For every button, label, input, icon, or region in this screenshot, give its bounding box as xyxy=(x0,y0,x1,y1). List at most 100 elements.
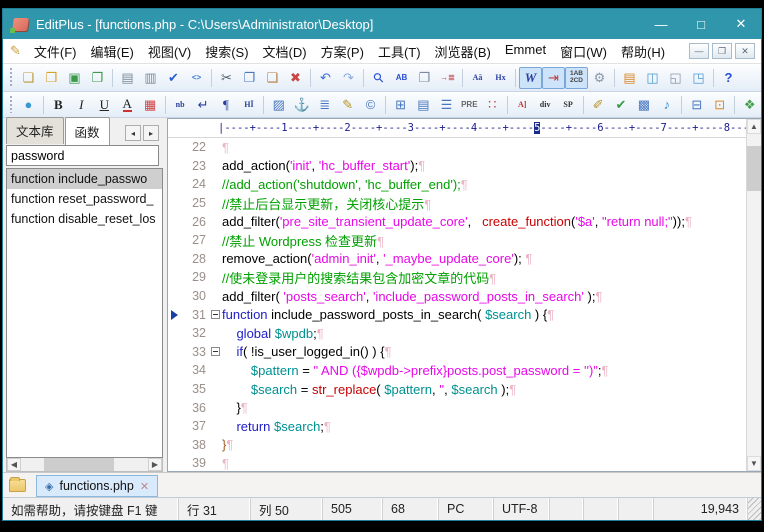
delete-button[interactable]: ✖ xyxy=(284,67,307,89)
tb2-drag-handle[interactable] xyxy=(8,96,14,114)
tb1-drag-handle[interactable] xyxy=(8,68,14,87)
function-list-item[interactable]: function reset_password_ xyxy=(7,189,162,209)
editor-vertical-scrollbar[interactable]: ▲ ▼ xyxy=(746,119,761,471)
save-all-button[interactable]: ❐ xyxy=(86,67,109,89)
heading-button[interactable]: HĪ xyxy=(237,94,260,116)
code-line[interactable]: 39¶ xyxy=(168,454,746,471)
menu-item-browser[interactable]: 浏览器(B) xyxy=(428,39,498,64)
cliptext-window-button[interactable]: ◱ xyxy=(664,67,687,89)
preferences-gear-button[interactable]: ⚙ xyxy=(588,67,611,89)
scrollbar-thumb[interactable] xyxy=(44,458,114,471)
menu-item-view[interactable]: 视图(V) xyxy=(141,39,198,64)
span-tag-button[interactable]: SP xyxy=(557,94,580,116)
print-button[interactable]: ▥ xyxy=(139,67,162,89)
code-line[interactable]: 26add_filter('pre_site_transient_update_… xyxy=(168,212,746,231)
windows-colors-button[interactable]: ❖ xyxy=(738,94,761,116)
function-list-item[interactable]: function disable_reset_los xyxy=(7,209,162,229)
menu-item-emmet[interactable]: Emmet xyxy=(498,39,553,64)
code-line[interactable]: 29//使未登录用户的搜索结果包含加密文章的代码¶ xyxy=(168,268,746,287)
code-surface[interactable]: 22¶23add_action('init', 'hc_buffer_start… xyxy=(168,138,746,471)
redo-button[interactable]: ↷ xyxy=(337,67,360,89)
div-tag-button[interactable]: div xyxy=(534,94,557,116)
font-color-button[interactable]: A xyxy=(116,94,139,116)
cut-button[interactable]: ✂ xyxy=(215,67,238,89)
center-text-button[interactable]: ☰ xyxy=(435,94,458,116)
non-breaking-space-button[interactable]: nb xyxy=(169,94,192,116)
code-line[interactable]: 38}¶ xyxy=(168,436,746,455)
edit-script-button[interactable]: ✐ xyxy=(587,94,610,116)
window-list-button[interactable]: ◫ xyxy=(641,67,664,89)
menu-item-document[interactable]: 文档(D) xyxy=(256,39,314,64)
find-in-files-button[interactable]: ❐ xyxy=(413,67,436,89)
line-numbers-button[interactable]: 1AB 2CD xyxy=(565,67,588,89)
folder-icon[interactable] xyxy=(9,479,26,492)
function-list-item[interactable]: function include_passwo xyxy=(7,169,162,189)
code-line[interactable]: 35 $search = str_replace( $pattern, '', … xyxy=(168,380,746,399)
scroll-down-icon[interactable]: ▼ xyxy=(747,456,761,471)
div-align-button[interactable]: ▤ xyxy=(412,94,435,116)
print-preview-button[interactable]: ▤ xyxy=(116,67,139,89)
insert-media-button[interactable]: ▩ xyxy=(632,94,655,116)
code-line[interactable]: 32 global $wpdb;¶ xyxy=(168,324,746,343)
spell-check-button[interactable]: ✔ xyxy=(162,67,185,89)
resize-grip[interactable] xyxy=(748,498,761,520)
mdi-restore-button[interactable]: ❐ xyxy=(712,43,732,59)
list-button[interactable]: ∷ xyxy=(481,94,504,116)
undo-button[interactable]: ↶ xyxy=(314,67,337,89)
document-tab-functions-php[interactable]: ◈functions.php✕ xyxy=(36,475,158,497)
maximize-button[interactable]: □ xyxy=(681,9,721,39)
copy-button[interactable]: ❐ xyxy=(238,67,261,89)
close-button[interactable]: ✕ xyxy=(721,9,761,39)
italic-button[interactable]: I xyxy=(70,94,93,116)
menu-item-edit[interactable]: 编辑(E) xyxy=(84,39,141,64)
anchor-button[interactable]: ⚓ xyxy=(290,94,313,116)
sidebar-tab-functions[interactable]: 函数 xyxy=(65,117,110,145)
sidebar-horizontal-scrollbar[interactable]: ◀ ▶ xyxy=(6,458,163,472)
radio-checkbox-button[interactable]: ⊡ xyxy=(708,94,731,116)
hex-viewer-button[interactable]: Hx xyxy=(489,67,512,89)
code-line[interactable]: 34 $pattern = " AND ({$wpdb->prefix}post… xyxy=(168,361,746,380)
goto-line-button[interactable]: →≣ xyxy=(436,67,459,89)
code-line[interactable]: 28remove_action('admin_init', '_maybe_up… xyxy=(168,250,746,269)
menu-item-file[interactable]: 文件(F) xyxy=(27,39,84,64)
code-line[interactable]: 23add_action('init', 'hc_buffer_start');… xyxy=(168,157,746,176)
word-wrap-button[interactable]: W xyxy=(519,67,542,89)
scrollbar-track[interactable] xyxy=(747,134,761,456)
menu-item-project[interactable]: 方案(P) xyxy=(314,39,371,64)
menu-item-tools[interactable]: 工具(T) xyxy=(371,39,428,64)
browser-window-button[interactable]: ◳ xyxy=(687,67,710,89)
underline-button[interactable]: U xyxy=(93,94,116,116)
find-next-word-button[interactable]: AB xyxy=(390,67,413,89)
close-tab-icon[interactable]: ✕ xyxy=(140,480,149,493)
tab-scroll-left-icon[interactable]: ◂ xyxy=(125,125,141,141)
menu-item-help[interactable]: 帮助(H) xyxy=(614,39,672,64)
sidebar-tab-cliptext[interactable]: 文本库 xyxy=(6,117,64,144)
mdi-close-button[interactable]: ✕ xyxy=(735,43,755,59)
open-folder-button[interactable]: ❒ xyxy=(40,67,63,89)
html-tags-button[interactable]: <> xyxy=(185,67,208,89)
code-line[interactable]: 33 if( !is_user_logged_in() ) {¶ xyxy=(168,343,746,362)
paste-button[interactable]: ❑ xyxy=(261,67,284,89)
scroll-left-icon[interactable]: ◀ xyxy=(7,458,21,471)
code-line[interactable]: 22¶ xyxy=(168,138,746,157)
context-help-button[interactable]: ? xyxy=(717,67,740,89)
view-in-browser-button[interactable]: ● xyxy=(17,94,40,116)
save-button[interactable]: ▣ xyxy=(63,67,86,89)
document-list-button[interactable]: ▤ xyxy=(618,67,641,89)
minimize-button[interactable]: — xyxy=(641,9,681,39)
code-line[interactable]: 36 }¶ xyxy=(168,398,746,417)
copyright-button[interactable]: © xyxy=(359,94,382,116)
fold-collapse-icon[interactable] xyxy=(211,347,220,356)
scrollbar-track[interactable] xyxy=(21,458,148,471)
menu-item-window[interactable]: 窗口(W) xyxy=(553,39,614,64)
paragraph-button[interactable]: ¶ xyxy=(214,94,237,116)
scrollbar-thumb[interactable] xyxy=(747,146,761,191)
toggle-case-button[interactable]: Aā xyxy=(466,67,489,89)
scroll-up-icon[interactable]: ▲ xyxy=(747,119,761,134)
menu-item-search[interactable]: 搜索(S) xyxy=(198,39,255,64)
form-field-button[interactable]: ⊟ xyxy=(685,94,708,116)
color-palette-button[interactable]: ▦ xyxy=(139,94,162,116)
preformatted-button[interactable]: PRE xyxy=(458,94,481,116)
code-line[interactable]: 37 return $search;¶ xyxy=(168,417,746,436)
syntax-check-button[interactable]: ✔ xyxy=(609,94,632,116)
